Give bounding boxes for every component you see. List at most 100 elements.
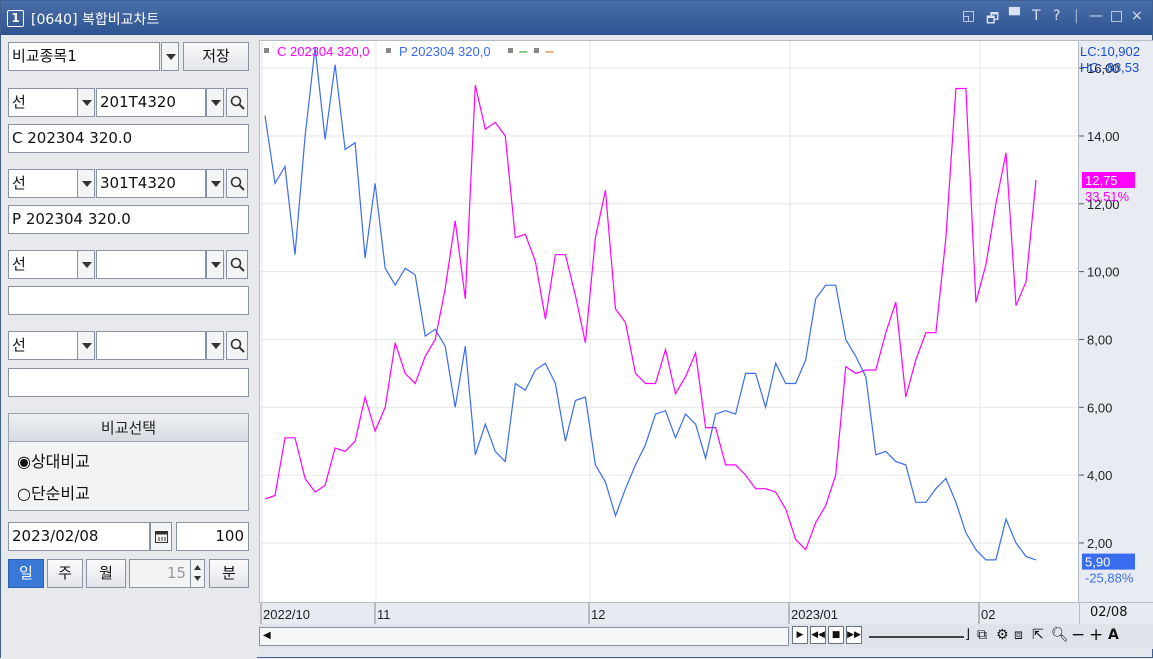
slider-handle-icon[interactable]: ⌋ <box>965 627 970 642</box>
window-title: [0640] 복합비교차트 <box>31 12 160 28</box>
title-separator: | <box>1074 8 1079 24</box>
name-field-1: C 202304 320.0 <box>8 124 249 153</box>
code-field-4[interactable] <box>96 331 206 360</box>
auto-scale-icon[interactable]: A <box>1108 627 1119 643</box>
font-icon[interactable]: T <box>1032 8 1041 24</box>
legend-entry-extra: − <box>544 45 555 60</box>
code-dropdown-icon[interactable] <box>206 331 224 360</box>
legend-entry: C 202304 320,0 <box>277 44 370 59</box>
forward-icon[interactable]: ▶▶ <box>846 626 862 644</box>
preset-select[interactable]: 비교종목1 <box>8 42 160 71</box>
week-period-button[interactable]: 주 <box>47 559 83 588</box>
minute-value-field[interactable]: 15 <box>129 559 191 588</box>
name-field-3 <box>8 286 249 315</box>
lc-value: LC:10,902 <box>1080 44 1140 59</box>
code-field-1[interactable]: 201T4320 <box>96 88 206 117</box>
type-dropdown-icon[interactable] <box>77 169 95 198</box>
window-icon[interactable]: ⧈ <box>1014 627 1023 643</box>
series-line-put <box>264 47 1037 561</box>
rewind-icon[interactable]: ◀◀ <box>810 626 826 644</box>
window: 1 [0640] 복합비교차트 ◱ 🗗 ▀ T ? | — □ × 비교종목1 … <box>0 0 1153 659</box>
code-dropdown-icon[interactable] <box>206 169 224 198</box>
help-icon[interactable]: ? <box>1053 8 1060 24</box>
minute-button[interactable]: 분 <box>209 559 249 588</box>
calendar-icon[interactable] <box>150 522 172 551</box>
day-period-button[interactable]: 일 <box>8 559 44 588</box>
right-price-scale: 16,0014,0012,0010,008,006,004,002,00LC:1… <box>1079 40 1153 603</box>
x-tick-label: 02 <box>981 607 995 622</box>
y-tick-label: 4,00 <box>1087 468 1112 483</box>
call-change-pct: 33,51% <box>1085 189 1130 204</box>
x-tick-label: 12 <box>591 607 605 622</box>
series-line-call <box>264 84 1037 551</box>
scroll-left-icon[interactable]: ◀ <box>263 630 271 641</box>
zoom-in-icon[interactable]: + <box>1089 625 1103 645</box>
preset-dropdown-icon[interactable] <box>161 42 179 71</box>
layout-icon[interactable]: ⧉ <box>977 627 987 643</box>
legend-entry-extra: − <box>518 45 529 60</box>
chart-scroll-bar[interactable]: ◀ ▶ ◀◀ ■ ▶▶ ⌋ ⧉ ⚙ ⧈ ⇱ 🔍︎ − + A <box>259 624 1153 649</box>
search-icon[interactable] <box>226 250 248 279</box>
relative-compare-radio[interactable]: ◉상대비교 <box>17 448 90 472</box>
zoom-icon[interactable]: 🔍︎ <box>1051 627 1069 643</box>
pin-icon[interactable]: ▀ <box>1009 8 1020 24</box>
y-tick-label: 2,00 <box>1087 536 1112 551</box>
type-select-1[interactable]: 선 <box>8 88 78 117</box>
cursor-icon[interactable]: ⇱ <box>1032 627 1044 643</box>
type-dropdown-icon[interactable] <box>77 331 95 360</box>
search-icon[interactable] <box>226 88 248 117</box>
legend-entry: P 202304 320,0 <box>399 44 491 59</box>
x-tick-label: 2023/01 <box>791 607 838 622</box>
code-dropdown-icon[interactable] <box>206 88 224 117</box>
name-field-2: P 202304 320.0 <box>8 205 249 234</box>
play-icon[interactable]: ▶ <box>792 626 808 644</box>
chart-plot[interactable]: C 202304 320,0 P 202304 320,0 − − <box>259 40 1079 603</box>
compare-panel: 비교종목1 저장 선 201T4320 C 202304 320.0 선 301… <box>1 35 257 659</box>
code-field-2[interactable]: 301T4320 <box>96 169 206 198</box>
y-tick-label: 14,00 <box>1087 129 1120 144</box>
close-icon[interactable]: × <box>1131 8 1143 24</box>
window-number-badge: 1 <box>7 10 24 27</box>
count-field[interactable]: 100 <box>176 522 249 551</box>
zoom-out-icon[interactable]: − <box>1071 625 1085 645</box>
type-select-4[interactable]: 선 <box>8 331 78 360</box>
x-tick-label: 2022/10 <box>263 607 310 622</box>
x-tick-label: 11 <box>377 607 391 622</box>
title-bar: 1 [0640] 복합비교차트 ◱ 🗗 ▀ T ? | — □ × <box>1 1 1152 35</box>
type-select-2[interactable]: 선 <box>8 169 78 198</box>
zoom-slider[interactable] <box>869 636 964 638</box>
call-price-value: 12,75 <box>1085 173 1118 188</box>
save-button[interactable]: 저장 <box>183 42 249 71</box>
type-select-3[interactable]: 선 <box>8 250 78 279</box>
settings-icon[interactable]: ⚙ <box>996 627 1009 643</box>
restore-layout-icon[interactable]: ◱ <box>962 8 975 24</box>
minute-spinner[interactable] <box>190 559 205 588</box>
minimize-icon[interactable]: — <box>1089 8 1103 24</box>
search-icon[interactable] <box>226 331 248 360</box>
copy-window-icon[interactable]: 🗗 <box>986 8 999 32</box>
legend-marker <box>508 48 513 53</box>
code-field-3[interactable] <box>96 250 206 279</box>
maximize-icon[interactable]: □ <box>1110 8 1123 24</box>
x-axis-end: 02/08 <box>1079 602 1153 624</box>
stop-icon[interactable]: ■ <box>828 626 844 644</box>
simple-compare-radio[interactable]: ○단순비교 <box>17 480 90 504</box>
code-dropdown-icon[interactable] <box>206 250 224 279</box>
legend-marker <box>386 48 391 53</box>
y-tick-label: 6,00 <box>1087 400 1112 415</box>
scroll-track[interactable]: ◀ <box>259 627 789 646</box>
put-change-pct: -25,88% <box>1085 571 1134 586</box>
y-tick-label: 10,00 <box>1087 265 1120 280</box>
x-axis: 2022/10 11 12 2023/01 02 <box>259 602 1079 624</box>
month-period-button[interactable]: 월 <box>86 559 126 588</box>
search-icon[interactable] <box>226 169 248 198</box>
legend-marker <box>264 48 269 53</box>
put-price-value: 5,90 <box>1085 555 1110 570</box>
hc-value: HC:-88,53 <box>1080 60 1139 75</box>
chart-area: C 202304 320,0 P 202304 320,0− − 16,00 14,0… <box>259 35 1153 655</box>
date-field[interactable]: 2023/02/08 <box>8 522 150 551</box>
type-dropdown-icon[interactable] <box>77 88 95 117</box>
name-field-4 <box>8 368 249 397</box>
type-dropdown-icon[interactable] <box>77 250 95 279</box>
legend-marker <box>534 48 539 53</box>
